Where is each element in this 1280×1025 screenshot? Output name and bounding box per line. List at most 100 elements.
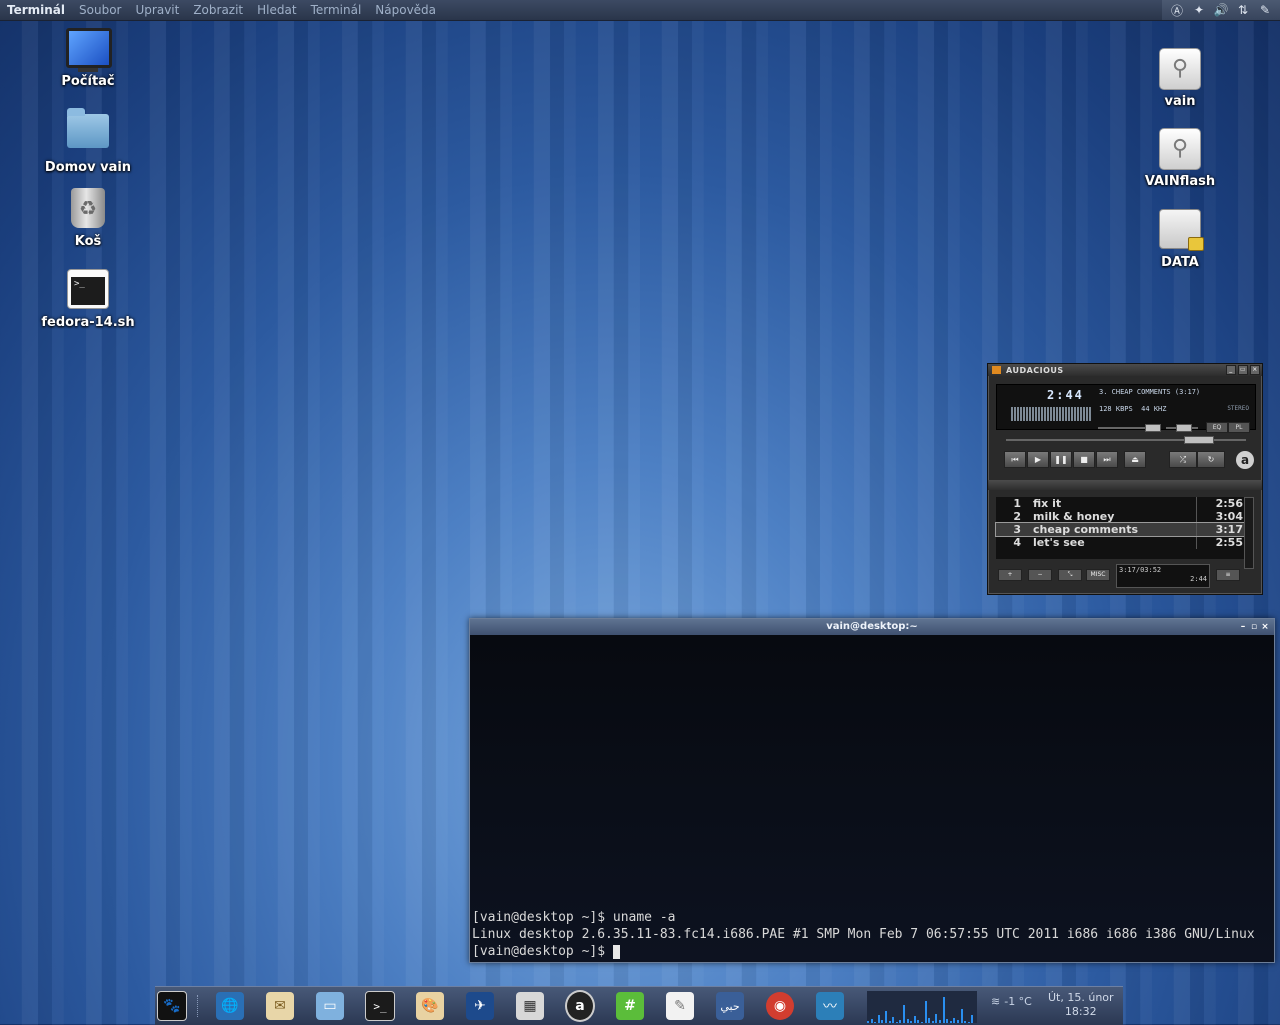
playlist-titlebar[interactable] (988, 480, 1262, 490)
playlist-row[interactable]: 4 let's see 2:55 (996, 536, 1246, 549)
mail-icon[interactable]: ✉ (265, 991, 295, 1021)
clock[interactable]: Út, 15. únor 18:32 (1048, 991, 1114, 1019)
system-tray: Ⓐ ✦ 🔊 ⇅ ✎ (1162, 0, 1280, 20)
elapsed-time[interactable]: 2:44 (1047, 388, 1084, 402)
eject-button[interactable]: ⏏ (1124, 451, 1146, 468)
playlist-scrollbar[interactable] (1244, 497, 1254, 569)
menu-soubor[interactable]: Soubor (72, 0, 128, 20)
web-browser-icon[interactable]: 🌐 (215, 991, 245, 1021)
media-player-icon[interactable]: ◉ (765, 991, 795, 1021)
audacious-tray-icon[interactable]: Ⓐ (1168, 1, 1186, 19)
cpu-graph-bar (888, 1021, 891, 1023)
cpu-graph-bar (967, 1022, 970, 1023)
minimize-button[interactable]: _ (1226, 365, 1236, 375)
cpu-graph-bar (877, 1015, 880, 1023)
close-button[interactable]: × (1260, 619, 1270, 635)
weather-widget[interactable]: ≋ -1 °C (991, 995, 1032, 1008)
hash-icon[interactable]: # (615, 991, 645, 1021)
playlist-misc-button[interactable]: MISC (1086, 569, 1110, 581)
next-button[interactable]: ⏭ (1096, 451, 1118, 468)
text-editor-icon[interactable]: ✎ (665, 991, 695, 1021)
terminal-titlebar[interactable]: vain@desktop:~ – ▫ × (470, 619, 1274, 635)
cpu-graph-bar (931, 1021, 934, 1023)
openoffice-icon[interactable]: ✈ (465, 991, 495, 1021)
playlist-row[interactable]: 1 fix it 2:56 (996, 497, 1246, 510)
playlist-info: 3:17/03:52 2:44 (1116, 564, 1210, 588)
playlist-remove-button[interactable]: − (1028, 569, 1052, 581)
desktop-icon-computer[interactable]: Počítač (33, 26, 143, 89)
playlist: 1 fix it 2:56 2 milk & honey 3:04 3 cheap com… (995, 497, 1247, 559)
balance-knob[interactable] (1176, 424, 1192, 432)
volume-icon[interactable]: 🔊 (1212, 1, 1230, 19)
gnome-foot-icon[interactable]: 🐾 (157, 991, 187, 1021)
terminal-output[interactable]: [vain@desktop ~]$ uname -a Linux desktop… (470, 635, 1274, 962)
minimize-button[interactable]: – (1238, 619, 1248, 635)
cpu-graph-bar (892, 1017, 895, 1023)
calculator-icon[interactable]: ▦ (515, 991, 545, 1021)
shuffle-button[interactable]: ⤮ (1169, 451, 1197, 468)
cpu-graph-bar (939, 1020, 941, 1023)
date: Út, 15. únor (1048, 991, 1114, 1004)
repeat-button[interactable]: ↻ (1197, 451, 1225, 468)
cpu-graph-bar (971, 1015, 974, 1023)
shade-button[interactable]: ▭ (1238, 365, 1248, 375)
paint-icon[interactable]: 🎨 (415, 991, 445, 1021)
audacious-menu-icon[interactable] (992, 366, 1001, 374)
bitrate: 128 KBPS 44 KHZ (1099, 405, 1167, 413)
play-button[interactable]: ▶ (1027, 451, 1049, 468)
desktop-icon-home[interactable]: Domov vain (33, 106, 143, 175)
playlist-select-button[interactable]: ⤡ (1058, 569, 1082, 581)
seek-knob[interactable] (1184, 436, 1214, 444)
playlist-row[interactable]: 2 milk & honey 3:04 (996, 510, 1246, 523)
desktop-icon-label: Koš (74, 234, 102, 249)
terminal-window: vain@desktop:~ – ▫ × [vain@desktop ~]$ u… (469, 618, 1275, 963)
menu-terminal[interactable]: Terminál (304, 0, 369, 20)
desktop-icon-trash[interactable]: ♻ Koš (33, 186, 143, 249)
playlist-toggle-button[interactable]: PL (1228, 422, 1250, 433)
desktop-icon-label: Domov vain (44, 160, 132, 175)
terminal-title: vain@desktop:~ (826, 621, 918, 632)
cpu-graph-bar (964, 1021, 967, 1023)
system-monitor-icon[interactable]: 〰 (815, 991, 845, 1021)
audacious-logo[interactable]: a (1236, 451, 1254, 469)
files-icon[interactable]: ▭ (315, 991, 345, 1021)
terminal-prompt-line[interactable]: [vain@desktop ~]$ (472, 943, 1255, 960)
playlist-row-selected[interactable]: 3 cheap comments 3:17 (995, 522, 1247, 537)
app-name[interactable]: Terminál (0, 0, 72, 20)
cpu-graph-bar (928, 1018, 931, 1023)
stereo-indicator: STEREO (1227, 405, 1249, 412)
cpu-graph[interactable] (867, 991, 977, 1023)
weather-icon: ≋ (991, 995, 1001, 1008)
desktop-icon-data-drive[interactable]: DATA (1125, 206, 1235, 270)
menu-hledat[interactable]: Hledat (250, 0, 303, 20)
dropbox-icon[interactable]: ✦ (1190, 1, 1208, 19)
desktop-icon-script[interactable]: >_ fedora-14.sh (33, 266, 143, 330)
previous-button[interactable]: ⏮ (1004, 451, 1026, 468)
audacious-titlebar[interactable]: AUDACIOUS _ ▭ × (988, 364, 1262, 376)
cpu-graph-bar (870, 1019, 873, 1023)
cpu-graph-bar (957, 1020, 959, 1023)
playlist-add-button[interactable]: + (998, 569, 1022, 581)
desktop-icon-vain-drive[interactable]: ⚲ vain (1125, 46, 1235, 109)
visualizer[interactable] (1011, 407, 1091, 421)
playlist-menu-button[interactable]: ≡ (1216, 569, 1240, 581)
pen-icon[interactable]: ✎ (1256, 1, 1274, 19)
pause-button[interactable]: ❚❚ (1050, 451, 1072, 468)
locked-drive-icon (1158, 209, 1204, 253)
close-button[interactable]: × (1250, 365, 1260, 375)
arabic-text-icon[interactable]: حبي (715, 991, 745, 1021)
network-icon[interactable]: ⇅ (1234, 1, 1252, 19)
menu-napoveda[interactable]: Nápověda (368, 0, 443, 20)
eq-button[interactable]: EQ (1206, 422, 1228, 433)
cpu-graph-bar (881, 1020, 884, 1023)
menu-upravit[interactable]: Upravit (129, 0, 187, 20)
terminal-icon[interactable]: >_ (365, 991, 395, 1021)
maximize-button[interactable]: ▫ (1249, 619, 1259, 635)
cpu-graph-bar (942, 997, 945, 1023)
desktop-icon-label: vain (1164, 94, 1196, 109)
audacious-icon[interactable]: a (565, 990, 595, 1022)
volume-knob[interactable] (1145, 424, 1161, 432)
desktop-icon-vainflash-drive[interactable]: ⚲ VAINflash (1125, 126, 1235, 189)
stop-button[interactable]: ■ (1073, 451, 1095, 468)
menu-zobrazit[interactable]: Zobrazit (186, 0, 250, 20)
